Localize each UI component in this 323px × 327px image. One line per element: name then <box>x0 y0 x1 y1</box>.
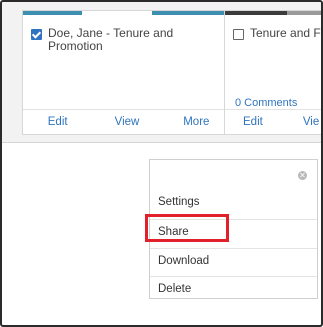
close-circle-icon[interactable]: ✕ <box>298 171 307 180</box>
screenshot-frame: Doe, Jane - Tenure and Promotion Edit Vi… <box>0 0 323 327</box>
card-tenure-promotion[interactable]: Doe, Jane - Tenure and Promotion Edit Vi… <box>22 10 232 135</box>
bar-segment <box>151 11 231 15</box>
menu-item-settings[interactable]: Settings <box>150 190 317 214</box>
bar-segment <box>23 11 83 15</box>
card-title: Tenure and F Portfolio <box>250 26 321 40</box>
card-footer: Edit View More <box>23 109 231 134</box>
view-link[interactable]: View <box>92 116 161 128</box>
card-title-row: Tenure and F Portfolio <box>233 26 321 40</box>
more-menu: ✕ Settings Share Download Delete <box>149 159 318 299</box>
edit-link[interactable]: Edit <box>23 116 92 128</box>
edit-link[interactable]: Edit <box>243 116 263 128</box>
checkbox-unchecked-icon[interactable] <box>233 29 244 40</box>
bar-segment <box>82 11 152 15</box>
card-color-bar <box>225 11 321 15</box>
card-title-row: Doe, Jane - Tenure and Promotion <box>31 27 225 53</box>
menu-item-download[interactable]: Download <box>150 248 317 272</box>
bar-segment <box>225 11 287 15</box>
bar-segment <box>287 11 321 15</box>
checkbox-checked-icon[interactable] <box>31 29 42 40</box>
cards-area: Doe, Jane - Tenure and Promotion Edit Vi… <box>2 2 321 143</box>
menu-item-share[interactable]: Share <box>150 219 317 243</box>
card-footer: Edit Vie <box>225 109 321 134</box>
card-color-bar <box>23 11 231 15</box>
card-tenure-portfolio[interactable]: Tenure and F Portfolio 0 Comments Edit V… <box>224 10 321 135</box>
card-title: Doe, Jane - Tenure and Promotion <box>48 26 174 53</box>
comments-link[interactable]: 0 Comments <box>235 97 297 109</box>
view-link[interactable]: Vie <box>303 116 319 128</box>
menu-item-delete[interactable]: Delete <box>150 276 317 300</box>
more-link[interactable]: More <box>162 116 231 128</box>
